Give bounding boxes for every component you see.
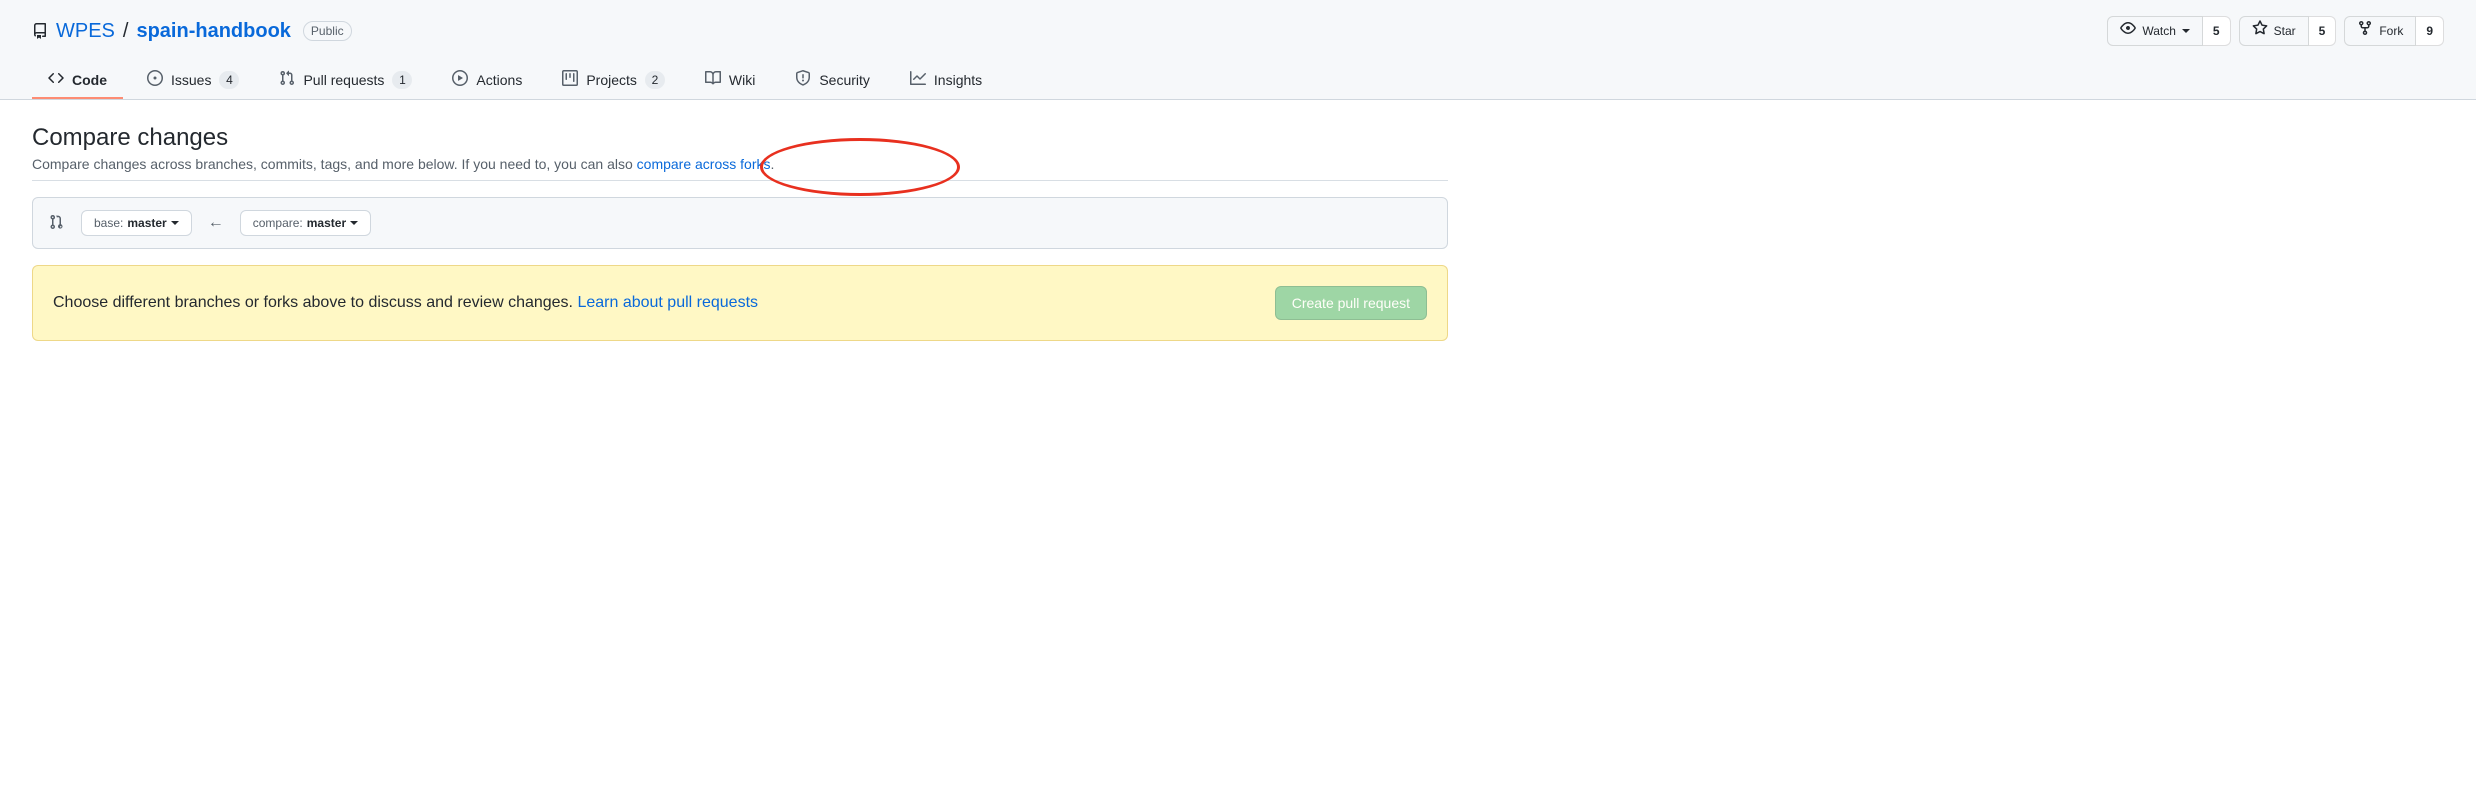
subtitle-post: . bbox=[770, 156, 774, 172]
watch-button[interactable]: Watch bbox=[2107, 16, 2203, 46]
compare-label: compare: bbox=[253, 216, 303, 230]
tab-issues[interactable]: Issues 4 bbox=[131, 62, 255, 99]
fork-button[interactable]: Fork bbox=[2344, 16, 2416, 46]
flash-text-pre: Choose different branches or forks above… bbox=[53, 294, 577, 311]
base-label: base: bbox=[94, 216, 123, 230]
main-content: Compare changes Compare changes across b… bbox=[0, 100, 1480, 365]
caret-down-icon bbox=[350, 221, 358, 225]
repo-icon bbox=[32, 23, 48, 39]
graph-icon bbox=[910, 70, 926, 89]
flash-text: Choose different branches or forks above… bbox=[53, 294, 758, 312]
path-separator: / bbox=[123, 20, 129, 43]
star-icon bbox=[2252, 20, 2268, 42]
watch-label: Watch bbox=[2142, 21, 2176, 41]
fork-count[interactable]: 9 bbox=[2416, 16, 2444, 46]
tab-pulls[interactable]: Pull requests 1 bbox=[263, 62, 428, 99]
tab-issues-label: Issues bbox=[171, 72, 211, 88]
star-group: Star 5 bbox=[2239, 16, 2337, 46]
compare-branch-select[interactable]: compare: master bbox=[240, 210, 371, 236]
star-label: Star bbox=[2274, 21, 2296, 41]
compare-value: master bbox=[307, 216, 346, 230]
repo-actions: Watch 5 Star 5 Fork 9 bbox=[2107, 16, 2444, 46]
page-subtitle: Compare changes across branches, commits… bbox=[32, 156, 1448, 181]
base-value: master bbox=[127, 216, 166, 230]
project-icon bbox=[562, 70, 578, 89]
tab-wiki-label: Wiki bbox=[729, 72, 755, 88]
repo-title-row: WPES / spain-handbook Public Watch 5 Sta… bbox=[32, 16, 2444, 46]
tab-wiki[interactable]: Wiki bbox=[689, 62, 771, 99]
repo-title: WPES / spain-handbook Public bbox=[32, 20, 352, 43]
repo-nav: Code Issues 4 Pull requests 1 Actions Pr… bbox=[32, 62, 2444, 99]
caret-down-icon bbox=[171, 221, 179, 225]
code-icon bbox=[48, 70, 64, 89]
tab-code[interactable]: Code bbox=[32, 62, 123, 99]
git-compare-icon bbox=[49, 214, 65, 233]
tab-pulls-label: Pull requests bbox=[303, 72, 384, 88]
compare-across-forks-link[interactable]: compare across forks bbox=[637, 156, 771, 172]
owner-link[interactable]: WPES bbox=[56, 20, 115, 43]
watch-count[interactable]: 5 bbox=[2203, 16, 2231, 46]
fork-group: Fork 9 bbox=[2344, 16, 2444, 46]
eye-icon bbox=[2120, 20, 2136, 42]
tab-security[interactable]: Security bbox=[779, 62, 886, 99]
visibility-badge: Public bbox=[303, 21, 352, 41]
issue-icon bbox=[147, 70, 163, 89]
create-pull-request-button[interactable]: Create pull request bbox=[1275, 286, 1427, 320]
play-icon bbox=[452, 70, 468, 89]
tab-insights[interactable]: Insights bbox=[894, 62, 998, 99]
tab-projects-label: Projects bbox=[586, 72, 637, 88]
repo-link[interactable]: spain-handbook bbox=[136, 20, 290, 43]
pulls-count: 1 bbox=[392, 71, 412, 89]
base-branch-select[interactable]: base: master bbox=[81, 210, 192, 236]
tab-code-label: Code bbox=[72, 72, 107, 88]
flash-notice: Choose different branches or forks above… bbox=[32, 265, 1448, 341]
issues-count: 4 bbox=[219, 71, 239, 89]
page-title: Compare changes bbox=[32, 124, 1448, 152]
learn-pull-requests-link[interactable]: Learn about pull requests bbox=[577, 294, 758, 311]
shield-icon bbox=[795, 70, 811, 89]
tab-insights-label: Insights bbox=[934, 72, 982, 88]
caret-down-icon bbox=[2182, 29, 2190, 33]
tab-projects[interactable]: Projects 2 bbox=[546, 62, 681, 99]
book-icon bbox=[705, 70, 721, 89]
tab-security-label: Security bbox=[819, 72, 870, 88]
arrow-left-icon: ← bbox=[208, 214, 224, 232]
tab-actions[interactable]: Actions bbox=[436, 62, 538, 99]
fork-label: Fork bbox=[2379, 21, 2403, 41]
range-editor: base: master ← compare: master bbox=[32, 197, 1448, 249]
tab-actions-label: Actions bbox=[476, 72, 522, 88]
subtitle-pre: Compare changes across branches, commits… bbox=[32, 156, 637, 172]
watch-group: Watch 5 bbox=[2107, 16, 2230, 46]
pull-request-icon bbox=[279, 70, 295, 89]
fork-icon bbox=[2357, 20, 2373, 42]
projects-count: 2 bbox=[645, 71, 665, 89]
repo-header: WPES / spain-handbook Public Watch 5 Sta… bbox=[0, 0, 2476, 100]
star-button[interactable]: Star bbox=[2239, 16, 2309, 46]
star-count[interactable]: 5 bbox=[2309, 16, 2337, 46]
